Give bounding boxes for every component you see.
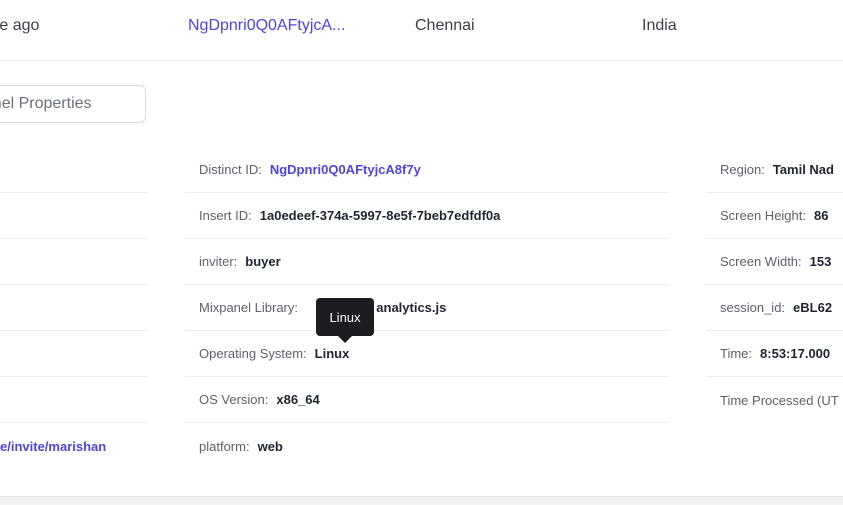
property-label: platform:	[199, 438, 250, 454]
property-label: Operating System:	[199, 346, 307, 361]
property-row-region: Region: Tamil Nad	[706, 147, 843, 193]
event-summary-row[interactable]: ute ago NgDpnri0Q0AFtyjcA... Chennai Ind…	[0, 0, 843, 61]
property-label: Region:	[720, 162, 765, 177]
right-property-list: Region: Tamil Nad Screen Height: 86 Scre…	[706, 147, 843, 423]
property-row-mixpanel-library: Mixpanel Library: t: analytics.js	[185, 285, 669, 331]
left-property-column: e/invite/marishan	[0, 147, 148, 469]
property-row-time: Time: 8:53:17.000	[706, 331, 843, 377]
property-label: inviter:	[199, 254, 238, 269]
property-row-platform: platform: web	[185, 423, 669, 469]
left-row	[0, 239, 148, 285]
os-tooltip: Linux	[316, 298, 374, 343]
country-cell: India	[642, 17, 677, 34]
distinct-id-link[interactable]: NgDpnri0Q0AFtyjcA...	[188, 17, 345, 35]
property-value-link[interactable]: NgDpnri0Q0AFtyjcA8f7y	[270, 162, 421, 177]
left-row: e/invite/marishan	[0, 423, 148, 469]
property-row-os-version: OS Version: x86_64	[185, 377, 669, 423]
property-label: Time Processed (UT	[720, 392, 839, 408]
property-row-insert-id: Insert ID: 1a0edeef-374a-5997-8e5f-7beb7…	[185, 193, 669, 239]
left-row	[0, 193, 148, 239]
left-row	[0, 331, 148, 377]
invite-url-link[interactable]: e/invite/marishan	[0, 439, 106, 454]
property-value: 8:53:17.000	[760, 346, 831, 361]
property-row-screen-width: Screen Width: 153	[706, 239, 843, 285]
left-row	[0, 147, 148, 193]
property-label: session_id:	[720, 300, 786, 315]
property-value[interactable]: Linux	[315, 346, 350, 361]
property-label: Distinct ID:	[199, 162, 262, 177]
property-row-distinct-id: Distinct ID: NgDpnri0Q0AFtyjcA8f7y	[185, 147, 669, 193]
property-value: x86_64	[276, 392, 320, 407]
property-row-operating-system: Operating System: Linux	[185, 331, 669, 377]
property-label: OS Version:	[199, 392, 269, 407]
left-row	[0, 285, 148, 331]
property-label: Mixpanel Library:	[199, 300, 298, 315]
property-row-screen-height: Screen Height: 86	[706, 193, 843, 239]
property-value: Tamil Nad	[772, 162, 834, 177]
property-row-inviter: inviter: buyer	[185, 239, 669, 285]
property-label: Time:	[720, 346, 753, 361]
event-time: ute ago	[0, 17, 40, 34]
property-label: Insert ID:	[199, 208, 252, 223]
property-row-time-processed: Time Processed (UT	[706, 377, 843, 423]
property-value: eBL62	[793, 300, 833, 315]
property-value: web	[257, 438, 283, 454]
city-cell: Chennai	[415, 17, 475, 34]
mixpanel-properties-tab[interactable]: panel Properties	[0, 85, 146, 123]
property-value: t: analytics.js	[364, 300, 447, 315]
property-list: Distinct ID: NgDpnri0Q0AFtyjcA8f7y Inser…	[185, 147, 669, 469]
property-label: Screen Width:	[720, 254, 802, 269]
property-value: 1a0edeef-374a-5997-8e5f-7beb7edfdf0a	[259, 208, 501, 223]
left-row	[0, 377, 148, 423]
property-row-session-id: session_id: eBL62	[706, 285, 843, 331]
property-value: 86	[814, 208, 829, 223]
property-value: buyer	[245, 254, 281, 269]
property-value: 153	[809, 254, 832, 269]
property-label: Screen Height:	[720, 208, 806, 223]
